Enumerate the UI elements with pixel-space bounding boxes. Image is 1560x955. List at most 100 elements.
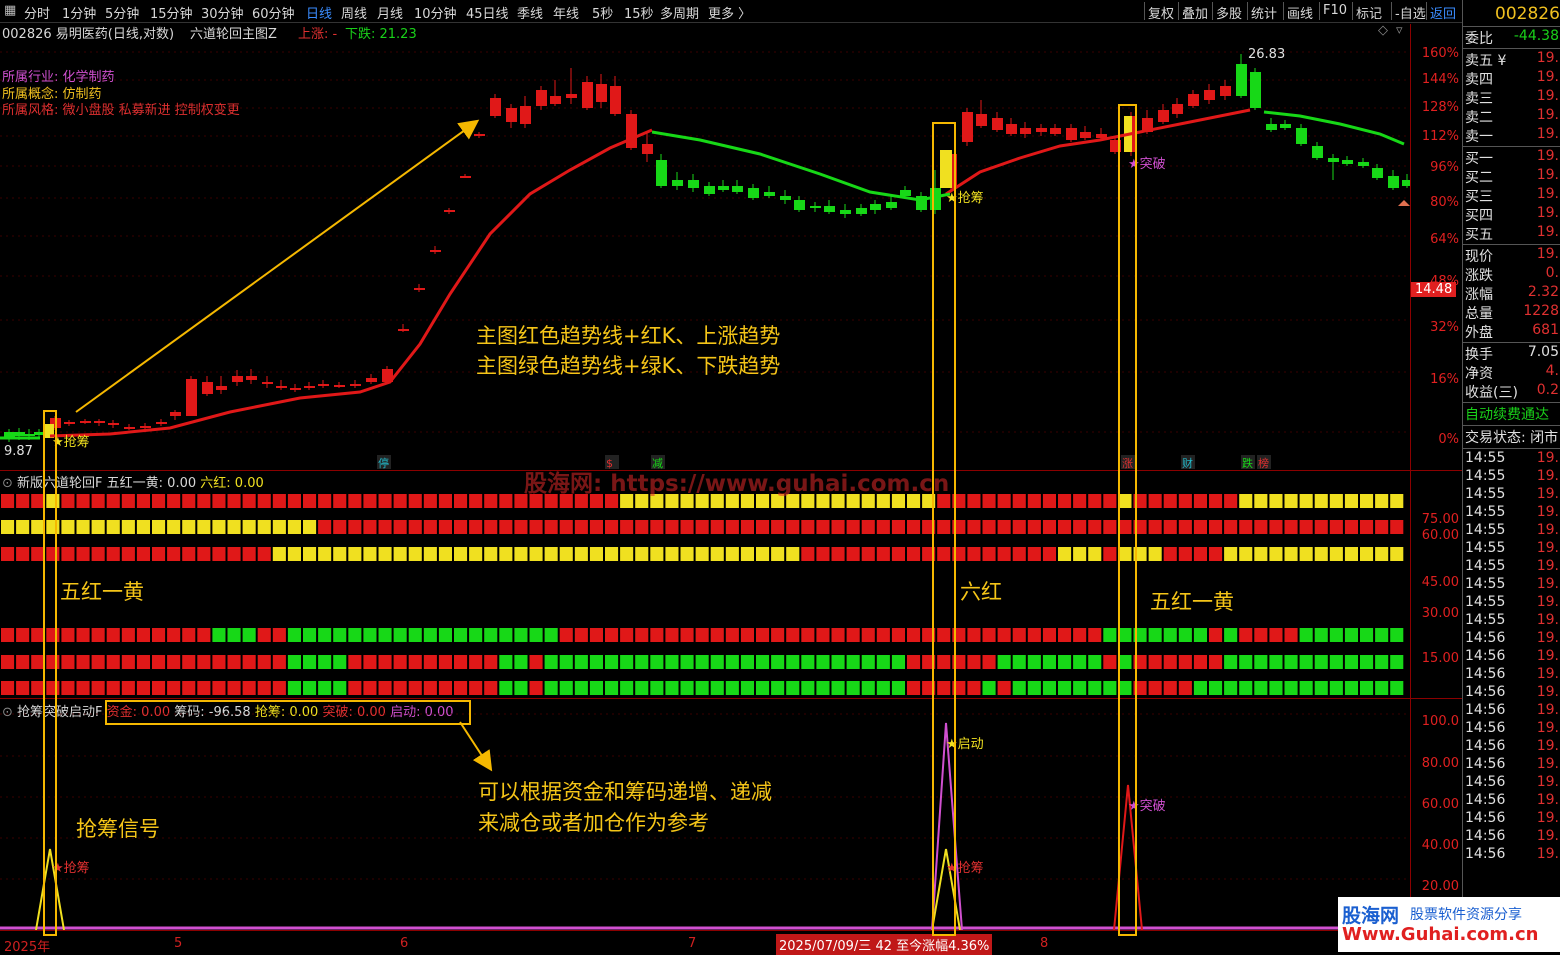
six-path-cell xyxy=(182,494,196,508)
six-path-cell xyxy=(76,494,90,508)
six-path-cell xyxy=(620,520,634,534)
six-path-cell xyxy=(635,547,649,561)
candle-body xyxy=(1158,110,1169,122)
six-path-cell xyxy=(484,547,498,561)
six-path-cell xyxy=(1314,494,1328,508)
six-path-cell xyxy=(725,655,739,669)
six-path-cell xyxy=(1027,547,1041,561)
six-path-cell xyxy=(227,520,241,534)
timeframe-tab[interactable]: 分时 xyxy=(24,3,50,22)
candle-body xyxy=(108,423,119,425)
timeframe-tab[interactable]: 10分钟 xyxy=(414,3,457,22)
six-path-cell xyxy=(197,520,211,534)
timeframe-tab[interactable]: 5分钟 xyxy=(105,3,139,22)
six-path-cell xyxy=(408,655,422,669)
six-path-cell xyxy=(167,547,181,561)
candle-body xyxy=(350,384,361,386)
six-path-cell xyxy=(438,494,452,508)
timeframe-tab[interactable]: 多周期 xyxy=(660,3,699,22)
timeframe-tab[interactable]: 30分钟 xyxy=(201,3,244,22)
six-path-cell xyxy=(529,520,543,534)
stat-row: 净资 4. xyxy=(1465,363,1560,382)
six-path-cell xyxy=(438,547,452,561)
date-label: 2025年 xyxy=(4,940,51,955)
toolbar-button[interactable]: 返回 xyxy=(1430,3,1456,22)
timeframe-tab[interactable]: 45日线 xyxy=(466,3,509,22)
price-axis[interactable]: 160%144%128%112%96%80%64%48%32%16%0%14.4… xyxy=(1410,24,1463,930)
timeframe-tab[interactable]: 15分钟 xyxy=(150,3,193,22)
six-path-cell xyxy=(982,547,996,561)
six-path-cell xyxy=(876,681,890,695)
toolbar-button[interactable]: 标记 xyxy=(1356,3,1382,22)
quote-key: 14:56 xyxy=(1465,828,1506,844)
timeframe-tab[interactable]: 日线 xyxy=(306,3,332,22)
tick-row: 14:56 19. xyxy=(1465,684,1560,702)
toolbar-button[interactable]: F10 xyxy=(1323,3,1347,18)
six-path-cell xyxy=(1390,494,1404,508)
six-path-cell xyxy=(1329,655,1343,669)
six-path-cell xyxy=(1269,494,1283,508)
candle-body xyxy=(840,210,851,214)
six-path-cell xyxy=(997,628,1011,642)
event-tag: 财 xyxy=(1182,456,1193,470)
date-axis[interactable]: 2025年 5 6 7 8 2025/07/09/三 42 至今涨幅4.36% xyxy=(0,930,1410,955)
quote-key: 14:56 xyxy=(1465,792,1506,808)
quote-value: 19. xyxy=(1536,50,1559,66)
timeframe-tab[interactable]: 更多 〉 xyxy=(708,3,751,22)
candle-body xyxy=(124,427,135,429)
candle-body xyxy=(1204,90,1215,100)
candle-body xyxy=(1266,124,1277,130)
advice-annotation-line2: 来减仓或者加仓作为参考 xyxy=(478,811,709,835)
six-path-cell xyxy=(152,547,166,561)
quote-key: 卖五 ¥ xyxy=(1465,53,1507,69)
six-path-cell xyxy=(1027,628,1041,642)
layout-icon[interactable]: ▦ xyxy=(4,3,16,18)
candle-body xyxy=(430,250,441,252)
timeframe-tab[interactable]: 5秒 xyxy=(592,3,613,22)
timeframe-tab[interactable]: 1分钟 xyxy=(62,3,96,22)
auto-fee-link[interactable]: 自动续费通达 xyxy=(1465,404,1549,424)
six-path-cell xyxy=(1209,520,1223,534)
six-path-cell xyxy=(167,494,181,508)
six-path-cell xyxy=(257,494,271,508)
six-path-cell xyxy=(423,520,437,534)
six-path-cell xyxy=(61,681,75,695)
quote-key: 14:55 xyxy=(1465,468,1506,484)
candle-body xyxy=(1280,124,1291,128)
six-path-cell xyxy=(1209,547,1223,561)
six-path-cell xyxy=(1,494,15,508)
six-path-cell xyxy=(1390,655,1404,669)
timeframe-tab[interactable]: 周线 xyxy=(341,3,367,22)
quote-value: 19. xyxy=(1536,126,1559,142)
quote-value: 19. xyxy=(1536,738,1559,754)
six-path-cell xyxy=(469,628,483,642)
six-path-cell xyxy=(665,628,679,642)
six-path-cell xyxy=(635,628,649,642)
candle-body xyxy=(718,186,729,190)
toolbar-button[interactable]: 复权 xyxy=(1148,3,1174,22)
candle-body xyxy=(1096,134,1107,138)
six-path-cell xyxy=(1148,628,1162,642)
six-path-cell xyxy=(861,655,875,669)
tick-row: 14:55 19. xyxy=(1465,522,1560,540)
buy-row: 买一 19. xyxy=(1465,148,1560,167)
six-path-cell xyxy=(771,547,785,561)
timeframe-tab[interactable]: 60分钟 xyxy=(252,3,295,22)
six-path-cell xyxy=(725,547,739,561)
timeframe-tab[interactable]: 15秒 xyxy=(624,3,654,22)
timeframe-tab[interactable]: 月线 xyxy=(377,3,403,22)
six-path-cell xyxy=(1027,494,1041,508)
toolbar-button[interactable]: 多股 xyxy=(1216,3,1242,22)
main-candlestick-chart[interactable]: 26.839.87★抢筹★抢筹★突破停 $ 减涨财跌榜 xyxy=(0,24,1410,470)
toolbar-button[interactable]: 画线 xyxy=(1287,3,1313,22)
timeframe-tab[interactable]: 季线 xyxy=(517,3,543,22)
quote-value: 19. xyxy=(1536,246,1559,262)
timeframe-tab[interactable]: 年线 xyxy=(553,3,579,22)
six-path-cell xyxy=(484,655,498,669)
six-path-cell xyxy=(1299,547,1313,561)
toolbar-button[interactable]: 叠加 xyxy=(1182,3,1208,22)
toolbar-button[interactable]: 统计 xyxy=(1251,3,1277,22)
date-label: 5 xyxy=(174,936,183,951)
quote-value: 19. xyxy=(1536,594,1559,610)
toolbar-button[interactable]: -自选 xyxy=(1395,3,1426,22)
